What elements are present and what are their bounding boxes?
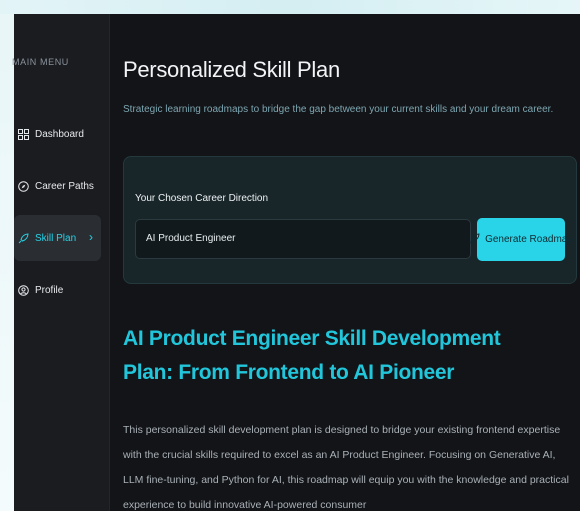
sidebar-item-label: Profile bbox=[35, 284, 64, 296]
career-direction-card: Your Chosen Career Direction Generate Ro… bbox=[123, 156, 577, 284]
sidebar: MAIN MENU Dashboard Career Paths Skill P… bbox=[12, 14, 110, 511]
sidebar-item-label: Skill Plan bbox=[35, 232, 77, 244]
chevron-right-icon: › bbox=[89, 230, 93, 244]
backdrop-strip bbox=[0, 0, 580, 14]
sidebar-item-career-paths[interactable]: Career Paths bbox=[14, 163, 101, 209]
main-content: Personalized Skill Plan Strategic learni… bbox=[110, 14, 580, 511]
dashboard-icon bbox=[17, 128, 29, 140]
app-window: MAIN MENU Dashboard Career Paths Skill P… bbox=[12, 14, 580, 511]
plan-title: AI Product Engineer Skill Development Pl… bbox=[123, 327, 501, 384]
sidebar-item-label: Career Paths bbox=[35, 180, 94, 192]
sidebar-item-label: Dashboard bbox=[35, 128, 84, 140]
backdrop-edge bbox=[0, 14, 14, 511]
page-subtitle: Strategic learning roadmaps to bridge th… bbox=[123, 104, 554, 115]
rocket-icon bbox=[469, 232, 480, 247]
rocket-icon bbox=[17, 232, 29, 244]
career-direction-input[interactable] bbox=[135, 219, 471, 259]
compass-icon bbox=[17, 180, 29, 192]
user-icon bbox=[17, 284, 29, 296]
sidebar-item-skill-plan[interactable]: Skill Plan › bbox=[14, 215, 101, 261]
sidebar-item-profile[interactable]: Profile bbox=[14, 267, 101, 313]
page-title: Personalized Skill Plan bbox=[123, 57, 340, 82]
generate-roadmap-label: Generate Roadmap bbox=[485, 234, 573, 245]
menu-heading: MAIN MENU bbox=[12, 57, 69, 67]
career-direction-label: Your Chosen Career Direction bbox=[135, 193, 269, 204]
generate-roadmap-button[interactable]: Generate Roadmap bbox=[469, 218, 573, 261]
sidebar-item-dashboard[interactable]: Dashboard bbox=[14, 111, 101, 157]
plan-body: This personalized skill development plan… bbox=[123, 424, 569, 511]
